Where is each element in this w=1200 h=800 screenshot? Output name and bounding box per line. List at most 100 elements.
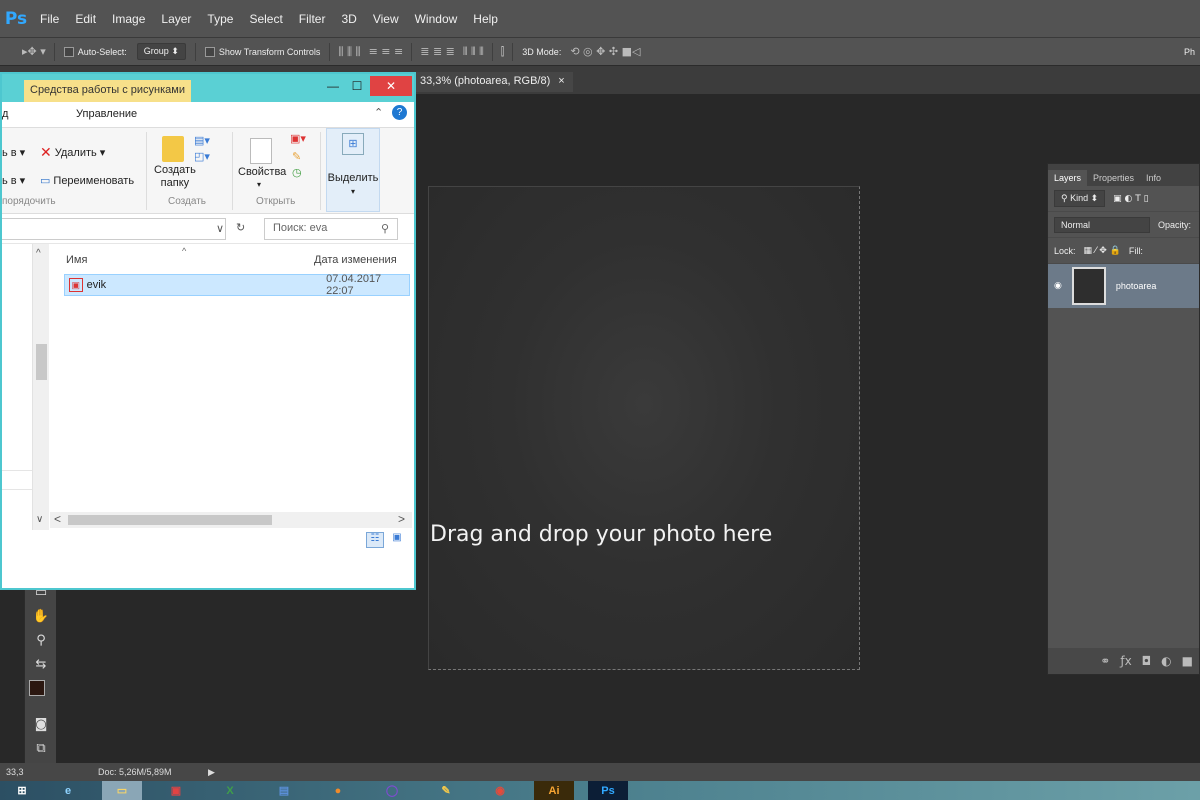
distribute-horizontal-icons[interactable]: ⫴ ⫴ ⫴ — [459, 45, 488, 59]
align-vertical-icons[interactable]: ≡ ≡ ≡ — [365, 45, 408, 58]
edit-icon[interactable]: ✎ — [292, 150, 301, 163]
kind-filter-dropdown[interactable]: ⚲ Kind ⬍ — [1054, 190, 1106, 207]
file-row[interactable]: ▣ evik 07.04.2017 22:07 — [64, 273, 410, 297]
menu-help[interactable]: Help — [465, 0, 506, 38]
file-explorer-icon[interactable]: ▭ — [102, 781, 142, 800]
copy-to-button[interactable]: ь в ▾ — [2, 174, 25, 188]
link-icon[interactable]: ⚭ — [1100, 654, 1110, 668]
menu-file[interactable]: File — [32, 0, 67, 38]
delete-button[interactable]: ✕ Удалить ▾ — [40, 144, 105, 161]
nav-pane-item[interactable] — [2, 470, 32, 490]
quick-mask-icon[interactable]: ◙ — [25, 712, 57, 736]
menu-image[interactable]: Image — [104, 0, 153, 38]
h-scroll-thumb[interactable] — [68, 515, 272, 525]
photoshop-taskbar-icon[interactable]: Ps — [588, 781, 628, 800]
column-header-date[interactable]: Дата изменения — [314, 254, 397, 266]
menu-3d[interactable]: 3D — [333, 0, 364, 38]
mask-icon[interactable]: ◘ — [1142, 654, 1152, 668]
menu-select[interactable]: Select — [241, 0, 290, 38]
rename-button[interactable]: ▭ Переименовать — [40, 174, 134, 188]
tab-layers[interactable]: Layers — [1048, 170, 1088, 186]
history-icon[interactable]: ◷ — [292, 166, 302, 179]
properties-dropdown-icon[interactable]: ▾ — [257, 180, 261, 189]
hand-tool-icon[interactable]: ✋ — [25, 604, 57, 628]
scroll-down-icon[interactable]: ∨ — [36, 514, 43, 525]
menu-filter[interactable]: Filter — [291, 0, 334, 38]
minimize-icon[interactable]: — — [320, 76, 346, 96]
search-input[interactable]: Поиск: eva ⚲ — [264, 218, 398, 240]
open-icon[interactable]: ▣▾ — [290, 132, 306, 145]
scroll-up-icon[interactable]: ^ — [36, 248, 41, 259]
screen-mode-icon[interactable]: ⧉ — [25, 736, 57, 760]
photoshop-logo[interactable]: Ps — [0, 0, 32, 38]
close-icon[interactable]: ✕ — [370, 76, 412, 96]
distribute-icons[interactable]: ≣ ≣ ≣ — [416, 45, 459, 58]
firefox-icon[interactable]: ● — [318, 781, 358, 800]
menu-edit[interactable]: Edit — [67, 0, 104, 38]
tab-manage[interactable]: Управление — [76, 108, 137, 120]
fx-icon[interactable]: ƒx — [1120, 654, 1131, 668]
3d-tools-icons[interactable]: ⟲ ◎ ✥ ✣ ■◁ — [566, 45, 644, 58]
scroll-right-icon[interactable]: > — [398, 512, 405, 526]
select-button[interactable]: ⊞ Выделить ▾ — [326, 128, 380, 212]
move-tool-icon[interactable]: ▸✥ ▾ — [18, 45, 50, 58]
collapse-ribbon-icon[interactable]: ⌃ — [374, 106, 383, 119]
menu-window[interactable]: Window — [407, 0, 466, 38]
document-canvas[interactable] — [428, 186, 860, 670]
address-dropdown-icon[interactable]: ∨ — [216, 222, 224, 235]
help-icon[interactable]: ? — [392, 105, 407, 120]
viber-icon[interactable]: ◯ — [372, 781, 412, 800]
scroll-thumb[interactable] — [36, 344, 47, 380]
new-item-icon[interactable]: ▤▾ — [194, 134, 210, 147]
eye-icon[interactable]: ◉ — [1054, 281, 1062, 291]
folder-icon[interactable]: ■ — [1182, 654, 1193, 668]
auto-select-checkbox[interactable]: Auto-Select: — [59, 46, 132, 57]
document-tab[interactable]: 33,3% (photoarea, RGB/8) × — [412, 72, 573, 92]
lock-icons[interactable]: ▦ ⁄ ✥ 🔒 — [1084, 246, 1121, 256]
column-header-name[interactable]: Имя — [66, 254, 87, 266]
image-viewer-icon[interactable]: ▣ — [156, 781, 196, 800]
maximize-icon[interactable]: ☐ — [344, 76, 370, 96]
workspace-label[interactable]: Ph — [1179, 47, 1200, 57]
excel-icon[interactable]: X — [210, 781, 250, 800]
transform-controls-checkbox[interactable]: Show Transform Controls — [200, 46, 326, 57]
filter-type-icons[interactable]: ▣ ◐ T ▯ — [1113, 194, 1148, 204]
illustrator-icon[interactable]: Ai — [534, 781, 574, 800]
adjustment-icon[interactable]: ◐ — [1161, 654, 1171, 668]
tab-properties[interactable]: Properties — [1087, 170, 1140, 186]
menu-layer[interactable]: Layer — [153, 0, 199, 38]
layer-row[interactable]: ◉ photoarea — [1048, 264, 1199, 308]
details-view-icon[interactable]: ☷ — [366, 532, 384, 548]
auto-align-icon[interactable]: ⫿ — [497, 45, 509, 59]
ie-icon[interactable]: e — [48, 781, 88, 800]
zoom-tool-icon[interactable]: ⚲ — [25, 628, 57, 652]
new-folder-button[interactable]: Создать папку — [154, 164, 196, 190]
close-icon[interactable]: × — [558, 75, 564, 89]
app-icon[interactable]: ▤ — [264, 781, 304, 800]
nav-pane-scrollbar[interactable]: ^ ∨ — [32, 244, 49, 530]
window-title-bar[interactable]: Средства работы с рисунками — ☐ ✕ — [2, 74, 414, 102]
refresh-icon[interactable]: ↻ — [236, 221, 245, 234]
scroll-left-icon[interactable]: < — [54, 512, 61, 526]
foreground-color-swatch[interactable] — [29, 680, 45, 696]
swap-colors-icon[interactable]: ⇆ — [25, 652, 57, 676]
blend-mode-dropdown[interactable]: Normal — [1054, 216, 1150, 233]
move-to-button[interactable]: ь в ▾ — [2, 146, 25, 160]
chrome-icon[interactable]: ◉ — [480, 781, 520, 800]
tab-left[interactable]: д — [2, 108, 8, 120]
menu-view[interactable]: View — [365, 0, 407, 38]
address-bar[interactable] — [2, 218, 226, 240]
start-icon[interactable]: ⊞ — [10, 781, 34, 800]
tab-info[interactable]: Info — [1140, 170, 1167, 186]
status-menu-arrow-icon[interactable]: ▶ — [208, 767, 215, 778]
app-icon-2[interactable]: ✎ — [426, 781, 466, 800]
horizontal-scrollbar[interactable]: < > — [50, 512, 412, 528]
color-swatches[interactable] — [25, 676, 57, 712]
properties-button[interactable]: Свойства — [238, 166, 286, 178]
align-icons[interactable]: ⫼ ⫼ ⫼ — [334, 45, 364, 59]
zoom-readout[interactable]: 33,3 — [0, 767, 58, 777]
large-icons-view-icon[interactable]: ▣ — [388, 532, 406, 548]
group-dropdown[interactable]: Group ⬍ — [132, 43, 191, 60]
menu-type[interactable]: Type — [199, 0, 241, 38]
easy-access-icon[interactable]: ◰▾ — [194, 150, 210, 163]
